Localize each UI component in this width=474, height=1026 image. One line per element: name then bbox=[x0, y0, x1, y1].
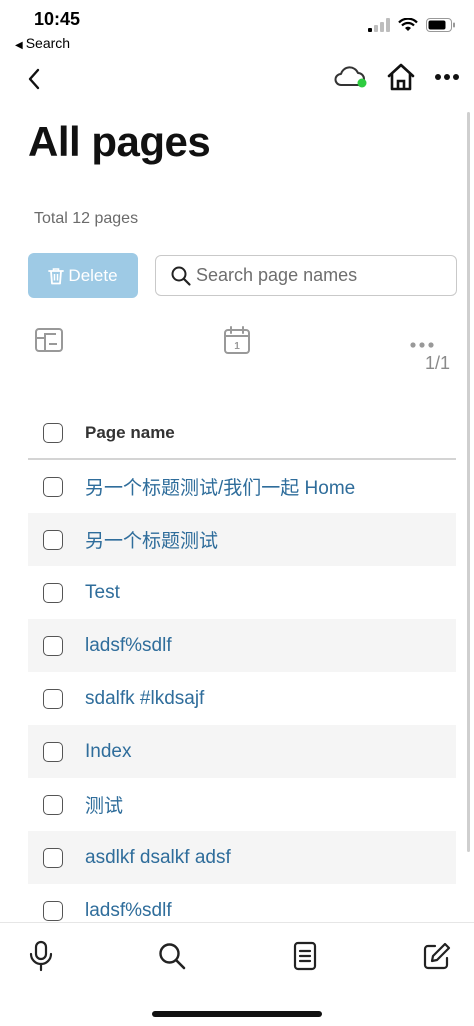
select-all-checkbox[interactable] bbox=[43, 423, 63, 443]
table-row: Test bbox=[28, 566, 456, 619]
table-row: ladsf%sdlf bbox=[28, 619, 456, 672]
pages-table: Page name 另一个标题测试/我们一起 Home 另一个标题测试 Test… bbox=[28, 408, 456, 937]
status-time: 10:45 bbox=[34, 9, 81, 29]
row-checkbox[interactable] bbox=[43, 476, 63, 497]
signal-icon bbox=[368, 18, 390, 32]
row-checkbox[interactable] bbox=[43, 847, 63, 868]
edit-icon[interactable] bbox=[420, 939, 454, 973]
table-row: 另一个标题测试 bbox=[28, 513, 456, 566]
row-checkbox[interactable] bbox=[43, 794, 63, 815]
page-link[interactable]: Index bbox=[85, 741, 131, 763]
page-link[interactable]: sdalfk #lkdsajf bbox=[85, 688, 204, 710]
page-link[interactable]: asdlkf dsalkf adsf bbox=[85, 847, 231, 869]
search-box[interactable] bbox=[155, 255, 457, 296]
battery-icon bbox=[426, 18, 455, 32]
more-horizontal-icon[interactable] bbox=[434, 73, 460, 81]
search-icon bbox=[171, 266, 191, 286]
microphone-icon[interactable] bbox=[24, 939, 58, 973]
calendar-day-label: 1 bbox=[234, 341, 240, 352]
row-checkbox[interactable] bbox=[43, 582, 63, 603]
page-link[interactable]: 另一个标题测试/我们一起 Home bbox=[85, 473, 355, 500]
trash-icon bbox=[48, 267, 65, 284]
row-checkbox[interactable] bbox=[43, 529, 63, 550]
pagination-label: 1/1 bbox=[424, 353, 450, 373]
more-horizontal-icon[interactable] bbox=[409, 336, 435, 354]
back-app-label: Search bbox=[25, 35, 71, 51]
chevron-left-icon[interactable] bbox=[20, 64, 48, 94]
search-page-names-input[interactable] bbox=[196, 265, 446, 286]
page-title: All pages bbox=[28, 118, 211, 165]
cloud-icon[interactable] bbox=[332, 64, 368, 90]
document-icon[interactable] bbox=[288, 939, 322, 973]
search-icon[interactable] bbox=[155, 939, 189, 973]
back-to-app-link[interactable]: ◀ Search bbox=[15, 35, 70, 51]
row-checkbox[interactable] bbox=[43, 688, 63, 709]
scrollbar[interactable] bbox=[467, 112, 470, 852]
table-row: asdlkf dsalkf adsf bbox=[28, 831, 456, 884]
status-icons bbox=[368, 18, 456, 32]
whiteboard-icon[interactable] bbox=[34, 326, 64, 359]
table-header: Page name bbox=[28, 408, 456, 460]
home-icon[interactable] bbox=[386, 62, 416, 92]
row-checkbox[interactable] bbox=[43, 635, 63, 656]
row-checkbox[interactable] bbox=[43, 900, 63, 921]
delete-button-label: Delete bbox=[68, 265, 118, 285]
page-link[interactable]: 另一个标题测试 bbox=[85, 526, 218, 553]
table-row: sdalfk #lkdsajf bbox=[28, 672, 456, 725]
table-row: 另一个标题测试/我们一起 Home bbox=[28, 460, 456, 513]
total-pages-count: Total 12 pages bbox=[34, 210, 139, 227]
page-link[interactable]: ladsf%sdlf bbox=[85, 635, 172, 657]
status-bar: 10:45 ◀ Search bbox=[0, 0, 474, 56]
row-checkbox[interactable] bbox=[43, 741, 63, 762]
page-link[interactable]: Test bbox=[85, 582, 120, 604]
top-navigation bbox=[0, 58, 474, 102]
page-link[interactable]: ladsf%sdlf bbox=[85, 900, 172, 922]
bottom-toolbar bbox=[0, 922, 474, 1026]
table-row: 测试 bbox=[28, 778, 456, 831]
home-indicator[interactable] bbox=[152, 1011, 322, 1017]
delete-button[interactable]: Delete bbox=[28, 253, 138, 298]
back-triangle-icon: ◀ bbox=[15, 40, 23, 51]
calendar-icon[interactable]: 1 bbox=[223, 325, 251, 360]
column-header-page-name[interactable]: Page name bbox=[85, 423, 175, 443]
table-row: Index bbox=[28, 725, 456, 778]
page-link[interactable]: 测试 bbox=[85, 791, 123, 818]
wifi-icon bbox=[398, 18, 418, 31]
